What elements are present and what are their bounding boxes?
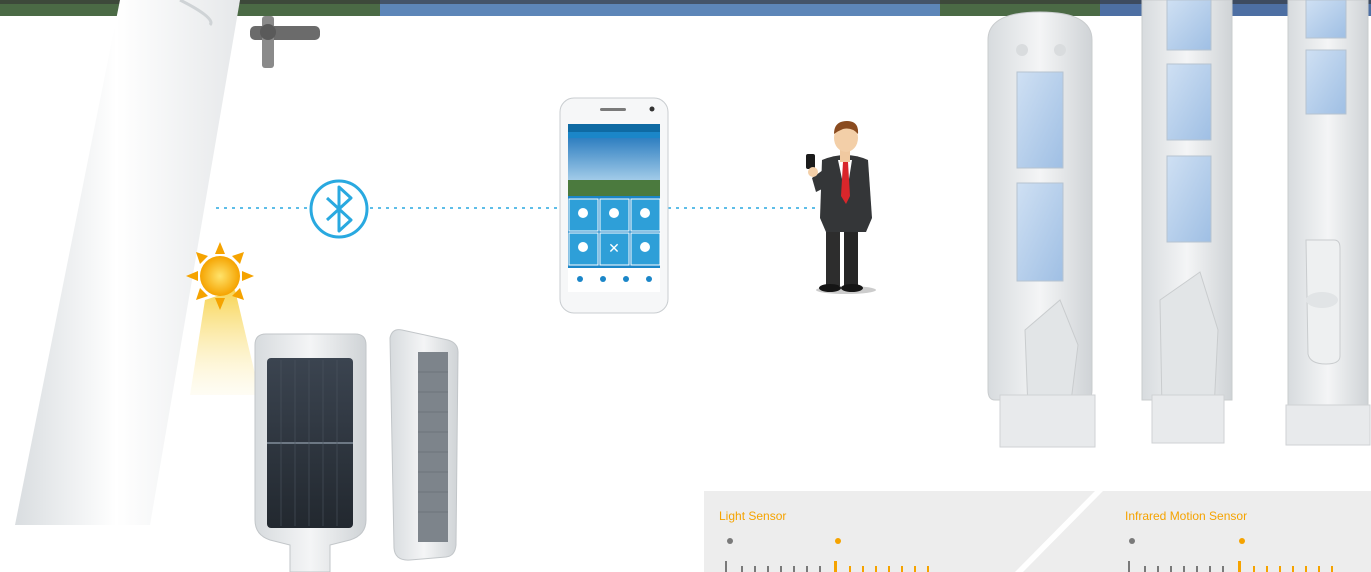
person-icon xyxy=(806,121,876,294)
street-light-front xyxy=(254,333,367,572)
bluetooth-icon xyxy=(309,179,369,239)
sensor-panels xyxy=(704,491,1371,572)
street-light-side xyxy=(389,329,459,561)
street-light-tall-1 xyxy=(987,11,1096,448)
street-light-tall-3 xyxy=(1285,0,1371,446)
sun-icon xyxy=(186,242,260,395)
product-illustration: ✕ xyxy=(0,0,1371,572)
svg-text:✕: ✕ xyxy=(608,241,620,257)
street-light-tall-2 xyxy=(1141,0,1233,444)
smartphone-icon: ✕ xyxy=(559,97,669,314)
motion-sensor-title: Infrared Motion Sensor xyxy=(1125,509,1248,523)
light-sensor-title: Light Sensor xyxy=(719,509,787,523)
